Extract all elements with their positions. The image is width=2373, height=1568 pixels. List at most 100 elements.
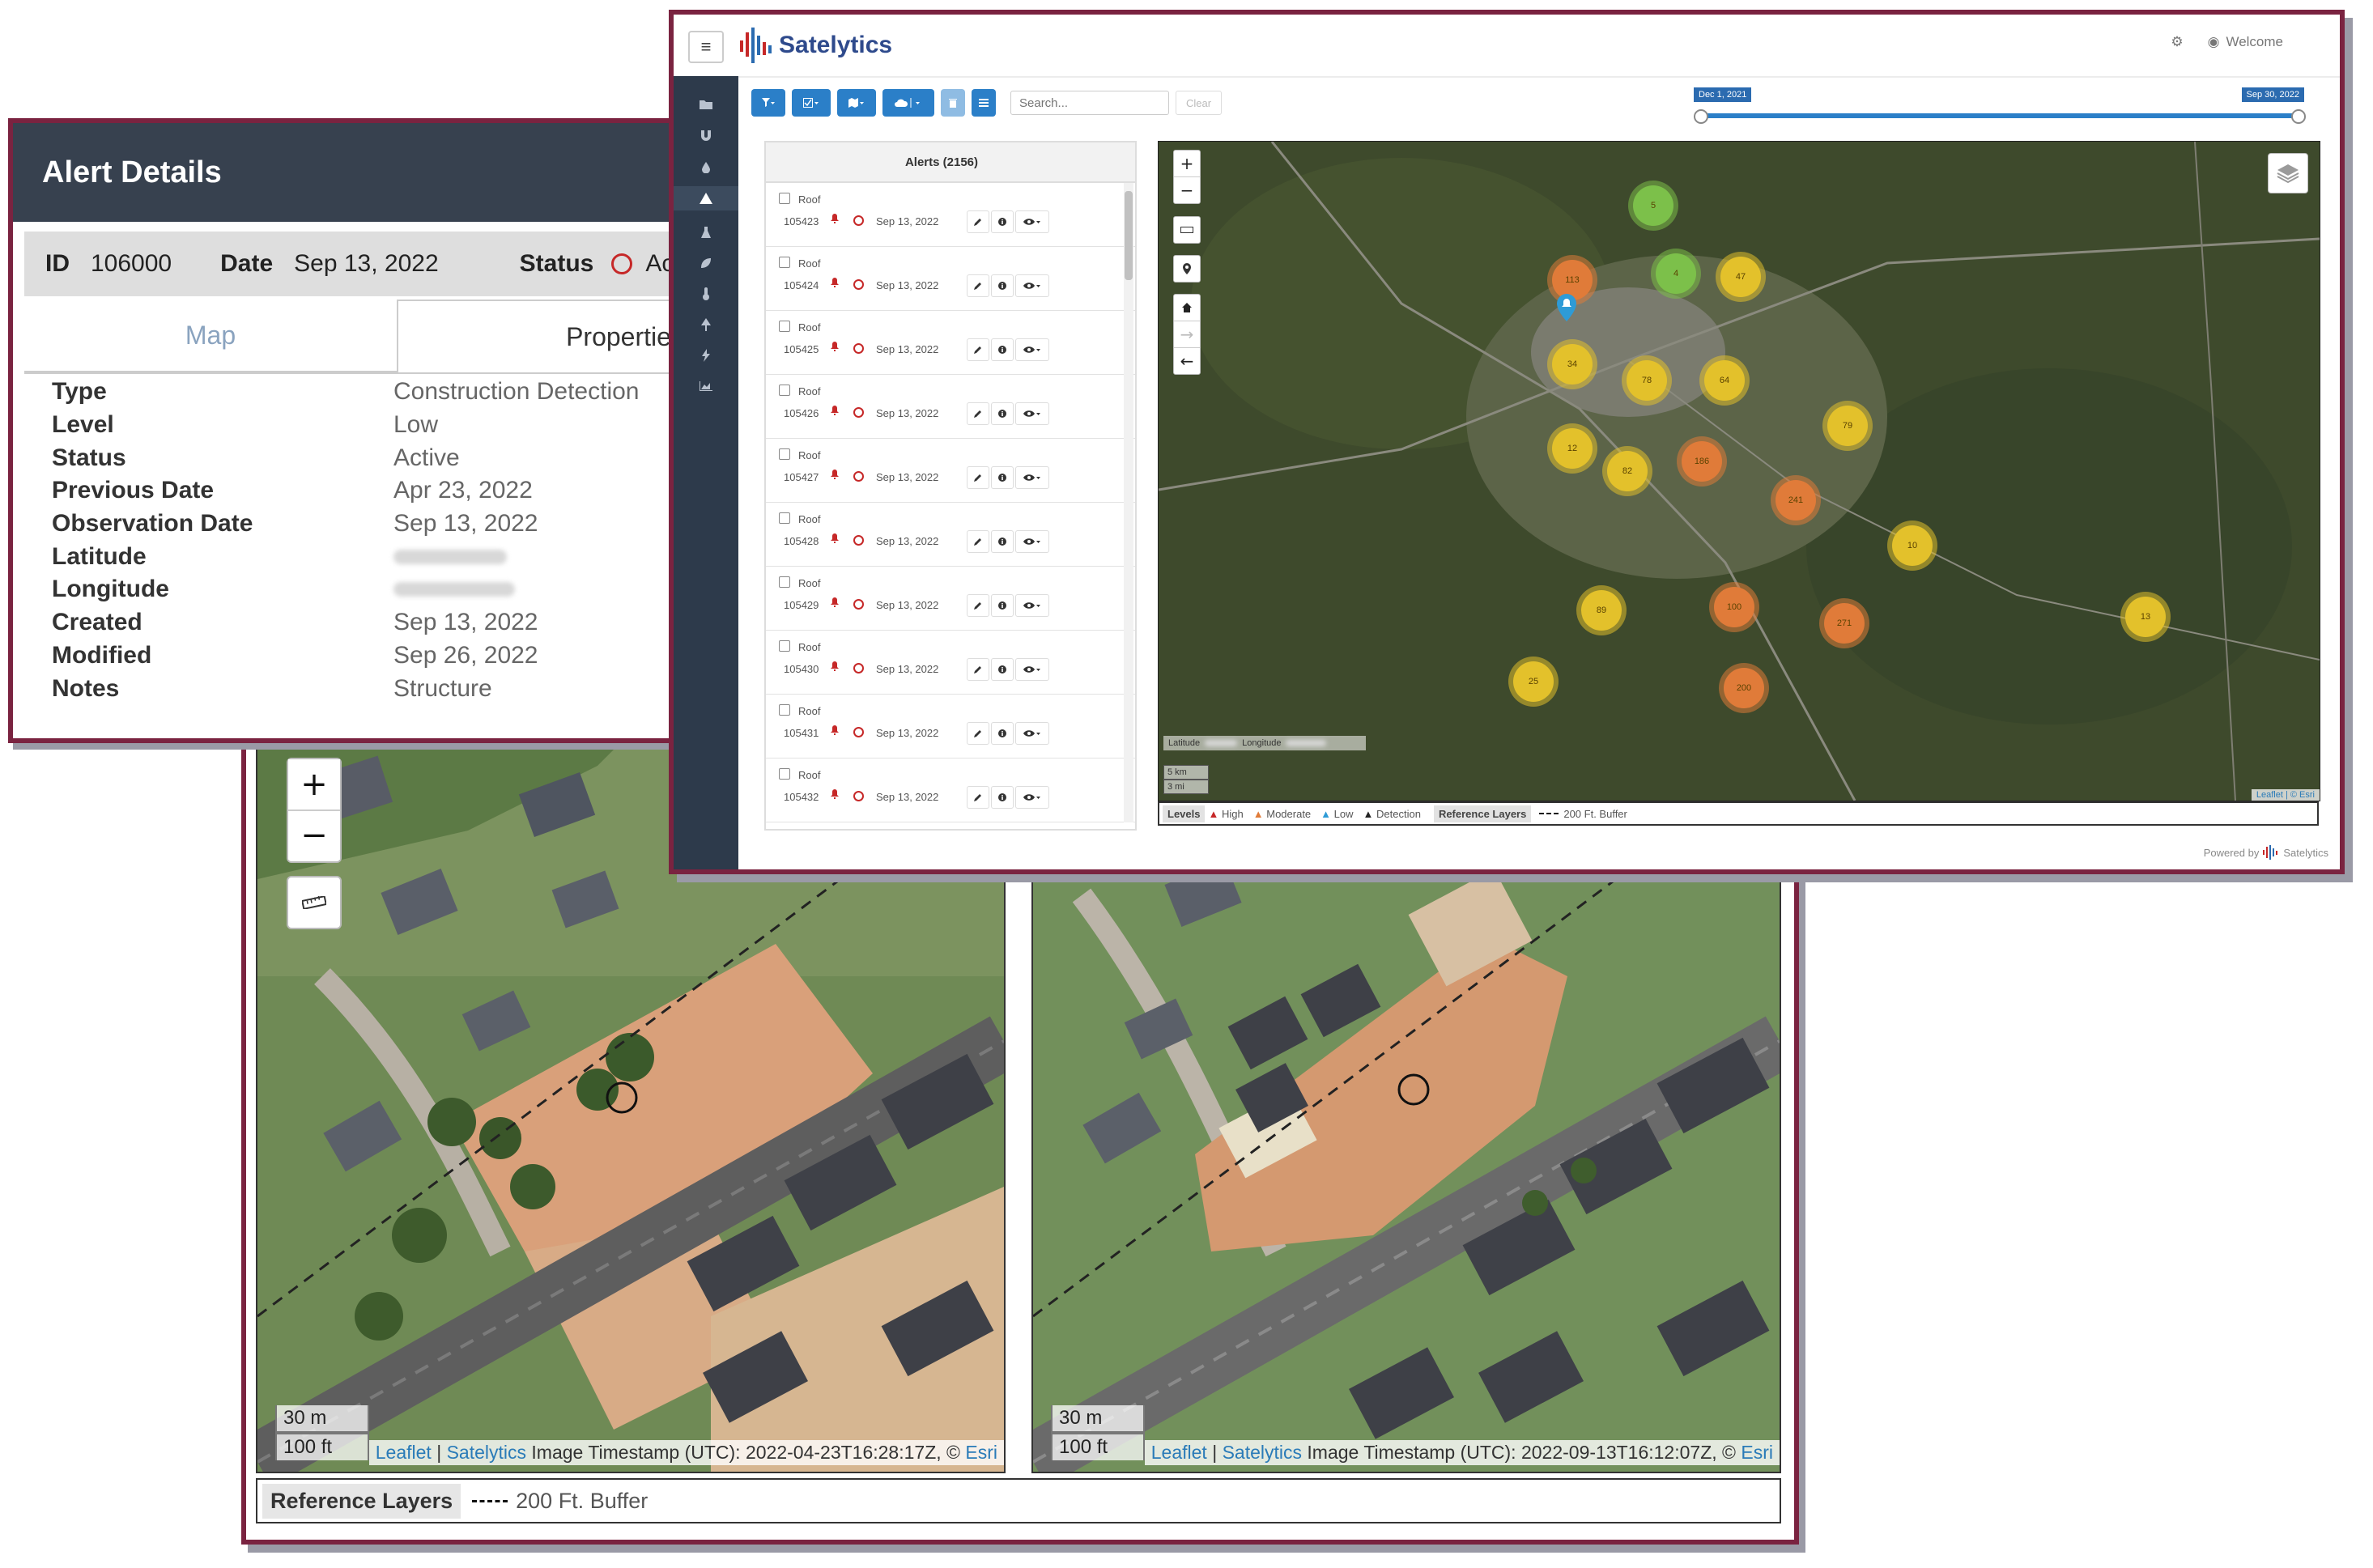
eye-dropdown-icon[interactable] — [1015, 786, 1049, 809]
satelytics-link[interactable]: Satelytics — [447, 1442, 526, 1463]
gears-icon[interactable]: ⚙ — [2171, 34, 2183, 50]
zoom-in-button[interactable]: + — [288, 759, 340, 809]
magnet-icon[interactable] — [674, 123, 738, 147]
start-handle[interactable] — [1694, 109, 1708, 124]
alert-row[interactable]: Roof 105431 Sep 13, 2022 — [766, 695, 1135, 759]
alert-row[interactable]: Roof 105423 Sep 13, 2022 — [766, 183, 1135, 247]
alert-cluster-marker[interactable]: 82 — [1607, 451, 1648, 491]
esri-link[interactable]: Esri — [965, 1442, 997, 1463]
alert-id[interactable]: 105430 — [784, 663, 819, 675]
layers-icon[interactable] — [2268, 153, 2308, 193]
area-chart-icon[interactable] — [674, 374, 738, 398]
alert-cluster-marker[interactable]: 13 — [2125, 597, 2166, 637]
alert-cluster-marker[interactable]: 12 — [1552, 428, 1593, 469]
alert-checkbox[interactable] — [779, 385, 790, 396]
eye-dropdown-icon[interactable] — [1015, 338, 1049, 361]
scroll-thumb[interactable] — [1125, 191, 1133, 280]
zoom-in-button[interactable]: + — [1174, 151, 1200, 176]
hamburger-menu-icon[interactable]: ≡ — [688, 31, 724, 63]
alert-cluster-marker[interactable]: 89 — [1581, 590, 1622, 631]
alert-checkbox[interactable] — [779, 704, 790, 716]
clear-button[interactable]: Clear — [1176, 91, 1223, 115]
overview-attribution[interactable]: Leaflet | © Esri — [2251, 789, 2320, 801]
alert-cluster-marker[interactable]: 5 — [1633, 185, 1673, 226]
alert-id[interactable]: 105426 — [784, 407, 819, 419]
info-icon[interactable] — [991, 402, 1014, 425]
alert-id[interactable]: 105423 — [784, 215, 819, 227]
alert-cluster-marker[interactable]: 79 — [1827, 406, 1868, 446]
eye-dropdown-icon[interactable] — [1015, 402, 1049, 425]
alert-cluster-marker[interactable]: 241 — [1775, 480, 1816, 521]
info-icon[interactable] — [991, 274, 1014, 297]
lightning-icon[interactable] — [674, 343, 738, 368]
alert-checkbox[interactable] — [779, 640, 790, 652]
eye-dropdown-icon[interactable] — [1015, 722, 1049, 745]
alert-checkbox[interactable] — [779, 512, 790, 524]
alert-checkbox[interactable] — [779, 576, 790, 588]
alert-id[interactable]: 105428 — [784, 535, 819, 547]
alert-checkbox[interactable] — [779, 768, 790, 780]
eye-dropdown-icon[interactable] — [1015, 530, 1049, 553]
ruler-icon[interactable] — [287, 876, 342, 929]
folder-icon[interactable] — [674, 92, 738, 117]
map-dropdown-button[interactable] — [837, 89, 876, 117]
eye-dropdown-icon[interactable] — [1015, 466, 1049, 489]
tree-icon[interactable] — [674, 312, 738, 337]
alert-checkbox[interactable] — [779, 321, 790, 332]
ruler-icon[interactable] — [1174, 217, 1200, 243]
search-input[interactable] — [1010, 91, 1169, 115]
alert-checkbox[interactable] — [779, 448, 790, 460]
edit-pencil-icon[interactable] — [967, 530, 989, 553]
warning-icon[interactable] — [674, 186, 738, 210]
back-arrow-icon[interactable]: ← — [1174, 347, 1200, 374]
alert-cluster-marker[interactable]: 78 — [1627, 360, 1667, 401]
alerts-scrollbar[interactable] — [1124, 183, 1133, 822]
overview-map[interactable]: + − → ← 5 113 4 47 34 78 64 12 82 186 79 241 10 89 100… — [1158, 141, 2320, 801]
alert-row[interactable]: Roof 105424 Sep 13, 2022 — [766, 247, 1135, 311]
tab-map[interactable]: Map — [24, 300, 397, 372]
alert-id[interactable]: 105429 — [784, 599, 819, 611]
zoom-out-button[interactable]: − — [1174, 176, 1200, 203]
leaf-icon[interactable] — [674, 251, 738, 275]
info-icon[interactable] — [991, 210, 1014, 233]
selected-alert-pin-icon[interactable] — [1557, 294, 1576, 325]
info-icon[interactable] — [991, 338, 1014, 361]
esri-link[interactable]: Esri — [1741, 1442, 1773, 1463]
alert-cluster-marker[interactable]: 271 — [1824, 603, 1865, 644]
flask-icon[interactable] — [674, 220, 738, 244]
list-view-button[interactable] — [972, 89, 996, 117]
info-icon[interactable] — [991, 530, 1014, 553]
alert-row[interactable]: Roof 105429 Sep 13, 2022 — [766, 567, 1135, 631]
drop-icon[interactable] — [674, 155, 738, 180]
alert-cluster-marker[interactable]: 64 — [1704, 360, 1745, 401]
info-icon[interactable] — [991, 658, 1014, 681]
alert-id[interactable]: 105424 — [784, 279, 819, 291]
welcome-text[interactable]: Welcome — [2226, 34, 2283, 50]
edit-pencil-icon[interactable] — [967, 658, 989, 681]
date-range-slider[interactable]: Dec 1, 2021 Sep 30, 2022 — [1692, 87, 2306, 128]
eye-dropdown-icon[interactable] — [1015, 210, 1049, 233]
alert-cluster-marker[interactable]: 186 — [1682, 441, 1722, 482]
edit-pencil-icon[interactable] — [967, 722, 989, 745]
alert-id[interactable]: 105427 — [784, 471, 819, 483]
info-icon[interactable] — [991, 722, 1014, 745]
alert-checkbox[interactable] — [779, 257, 790, 268]
info-icon[interactable] — [991, 466, 1014, 489]
forward-arrow-icon[interactable]: → — [1174, 321, 1200, 347]
filter-button[interactable] — [751, 89, 785, 117]
satelytics-logo[interactable]: Satelytics — [738, 26, 892, 65]
alert-checkbox[interactable] — [779, 193, 790, 204]
map-marker-icon[interactable] — [1174, 256, 1200, 282]
eye-dropdown-icon[interactable] — [1015, 594, 1049, 617]
alert-cluster-marker[interactable]: 10 — [1892, 525, 1933, 566]
alert-row[interactable]: Roof 105432 Sep 13, 2022 — [766, 759, 1135, 822]
alert-cluster-marker[interactable]: 100 — [1714, 587, 1754, 627]
alert-id[interactable]: 105432 — [784, 791, 819, 803]
alert-id[interactable]: 105431 — [784, 727, 819, 739]
edit-pencil-icon[interactable] — [967, 466, 989, 489]
alert-row[interactable]: Roof 105428 Sep 13, 2022 — [766, 503, 1135, 567]
zoom-out-button[interactable]: − — [288, 809, 340, 860]
edit-pencil-icon[interactable] — [967, 274, 989, 297]
alert-row[interactable]: Roof 105426 Sep 13, 2022 — [766, 375, 1135, 439]
leaflet-link[interactable]: Leaflet — [1151, 1442, 1207, 1463]
